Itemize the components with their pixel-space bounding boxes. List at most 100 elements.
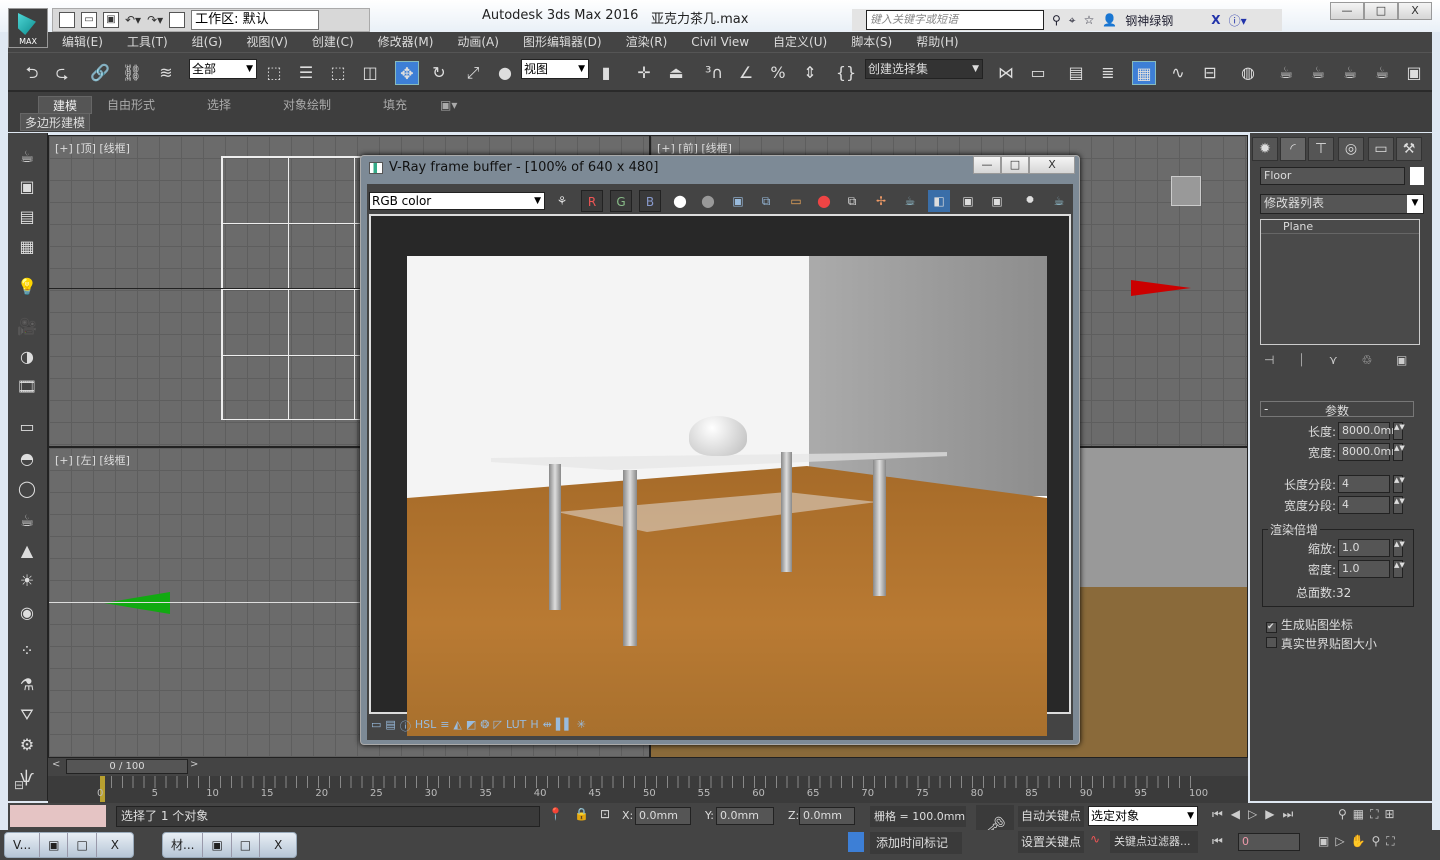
ab-compare-icon[interactable]: ◧ (928, 190, 950, 212)
real-world-checkbox[interactable] (1266, 637, 1277, 648)
render-window-icon[interactable]: ▣ (1402, 61, 1426, 85)
spinner-snap-icon[interactable]: ⇕ (798, 61, 822, 85)
bind-spacewarp-icon[interactable]: ≋ (154, 61, 178, 85)
gear-icon[interactable]: ⚙ (16, 735, 38, 755)
rollout-parameters[interactable]: - 参数 (1260, 401, 1414, 418)
tab-populate[interactable]: 填充 (383, 96, 407, 114)
absolute-mode-icon[interactable]: ⊡ (600, 807, 610, 821)
camera-icon[interactable]: 🎥 (16, 317, 38, 337)
length-spinner[interactable]: ▲▼ (1393, 422, 1405, 440)
key-mode-dropdown[interactable]: 选定对象 (1088, 806, 1198, 826)
lock-icon[interactable]: 🔒 (574, 807, 589, 821)
x-coord-input[interactable]: 0.0mm (635, 807, 691, 825)
isolate-icon[interactable]: 📍 (548, 807, 563, 821)
key-mode-toggle-icon[interactable]: ⏮ (1212, 834, 1223, 849)
mini-curve-editor-icon[interactable]: ⊟ (14, 778, 24, 792)
prev-frame-arrow[interactable]: < (52, 759, 64, 773)
current-frame-input[interactable]: 0 (1238, 833, 1300, 851)
app-menu-button[interactable]: MAX (8, 8, 48, 48)
restore-button[interactable]: □ (1364, 2, 1398, 20)
color-correction-icon[interactable]: ▤ (385, 718, 395, 734)
pixel-aspect-icon[interactable]: ⇹ (543, 718, 552, 734)
y-coord-input[interactable]: 0.0mm (716, 807, 774, 825)
menu-group[interactable]: 组(G) (192, 32, 223, 52)
taskbar-restore[interactable]: ▣ (40, 833, 69, 857)
add-time-tag[interactable]: 添加时间标记 (870, 832, 962, 854)
named-selection-dropdown[interactable]: 创建选择集 (865, 59, 983, 79)
disc-icon[interactable]: ◉ (16, 603, 38, 623)
modify-tab-icon[interactable]: ◜ (1280, 137, 1306, 161)
taskbar-max[interactable]: □ (232, 833, 261, 857)
teapot-small-icon[interactable]: ☕ (16, 511, 38, 531)
h-icon[interactable]: H (530, 718, 538, 734)
binoculars-icon[interactable]: ⚲ (1052, 13, 1061, 27)
motion-tab-icon[interactable]: ◎ (1338, 137, 1364, 161)
menu-civil-view[interactable]: Civil View (691, 32, 749, 52)
set-key-button[interactable]: 设置关键点 (1018, 831, 1084, 853)
render-setup-icon[interactable]: ☕ (1274, 61, 1298, 85)
edit-named-selection-icon[interactable]: {} (834, 61, 858, 85)
search-input[interactable]: 键入关键字或短语 (866, 10, 1044, 30)
viewport-nav-controls-2[interactable]: ▣▷✋⚲⛶ (1318, 834, 1401, 849)
track-bar[interactable]: ⊟ 0 5 10 15 20 25 30 35 40 45 50 55 60 65 70 75 80 85 90 95… (14, 776, 1248, 804)
levels-icon[interactable]: ≡ (440, 718, 449, 734)
dynamics-icon[interactable]: ⚗ (16, 675, 38, 695)
ribbon-panel-polygon-modeling[interactable]: 多边形建模 (20, 113, 91, 131)
length-segs-input[interactable]: 4 (1338, 475, 1390, 493)
open-file-icon[interactable]: ▭ (81, 12, 97, 28)
curves-icon[interactable]: ◩ (466, 718, 476, 734)
redo-icon[interactable]: ⮎ (50, 61, 74, 85)
menu-scripting[interactable]: 脚本(S) (851, 32, 892, 52)
viewcube[interactable] (1171, 176, 1201, 206)
exchange-icon[interactable]: X (1211, 13, 1220, 27)
rect-selection-icon[interactable]: ⬚ (326, 61, 350, 85)
layer-explorer-icon[interactable]: ≣ (1096, 61, 1120, 85)
keyboard-shortcut-icon[interactable]: ⏏ (664, 61, 688, 85)
viewport-label[interactable]: [+] [左] [线框] (55, 452, 130, 468)
taskbar-item-material[interactable]: 材... ▣ □ X (162, 832, 298, 858)
box-icon[interactable]: ▭ (16, 417, 38, 437)
menu-customize[interactable]: 自定义(U) (773, 32, 827, 52)
gen-coords-checkbox[interactable]: ✔ (1266, 622, 1277, 633)
workspace-dropdown[interactable]: 工作区: 默认 (191, 10, 320, 30)
teapot-icon[interactable]: ☕ (16, 147, 38, 167)
stack-item-plane[interactable]: Plane (1261, 220, 1419, 234)
tab-selection[interactable]: 选择 (207, 96, 231, 114)
angle-snap-icon[interactable]: ∠ (734, 61, 758, 85)
width-segs-input[interactable]: 4 (1338, 496, 1390, 514)
gen-coords-option[interactable]: ✔ 生成贴图坐标 (1266, 616, 1353, 633)
material-editor-icon[interactable]: ◍ (1236, 61, 1260, 85)
hsl-icon[interactable]: HSL (415, 718, 436, 734)
color-channels-icon[interactable]: ⚘ (551, 190, 573, 212)
red-channel-button[interactable]: R (581, 190, 603, 212)
vfb-minimize-button[interactable]: — (973, 156, 1001, 174)
ribbon-options-icon[interactable]: ▣▾ (440, 96, 457, 114)
mono-icon[interactable]: ● (697, 190, 719, 212)
rendered-frame-window-icon[interactable]: ☕ (1306, 61, 1330, 85)
user-name[interactable]: 钢神绿钢 (1125, 12, 1173, 29)
unlink-icon[interactable]: ⛓ (120, 61, 144, 85)
snap-icon[interactable]: ³∩ (702, 61, 726, 85)
align-icon[interactable]: ▭ (1026, 61, 1050, 85)
scale-input[interactable]: 1.0 (1338, 539, 1390, 557)
menu-rendering[interactable]: 渲染(R) (626, 32, 668, 52)
select-manipulate-icon[interactable]: ✛ (632, 61, 656, 85)
mirror-icon[interactable]: ⋈ (994, 61, 1018, 85)
minimize-button[interactable]: — (1330, 2, 1364, 20)
particles-icon[interactable]: ⁘ (16, 641, 38, 661)
width-spinner[interactable]: ▲▼ (1393, 443, 1405, 461)
stop-render-icon[interactable]: ⯃ (1019, 190, 1041, 212)
film-icon[interactable]: 🎞 (16, 377, 38, 397)
taskbar-close[interactable]: X (97, 833, 133, 857)
ab-vertical-icon[interactable]: ▣ (986, 190, 1008, 212)
percent-snap-icon[interactable]: % (766, 61, 790, 85)
select-object-icon[interactable]: ⬚ (262, 61, 286, 85)
menu-modifiers[interactable]: 修改器(M) (378, 32, 434, 52)
ab-horizontal-icon[interactable]: ▣ (957, 190, 979, 212)
select-by-name-icon[interactable]: ☰ (294, 61, 318, 85)
sphere-half-icon[interactable]: ◑ (16, 347, 38, 367)
placement-icon[interactable]: ● (493, 61, 517, 85)
channel-dropdown[interactable]: RGB color (369, 192, 545, 210)
ribbon-toggle-icon[interactable]: ▦ (1132, 61, 1156, 85)
stereo-icon[interactable]: ▌▌ (556, 718, 573, 734)
